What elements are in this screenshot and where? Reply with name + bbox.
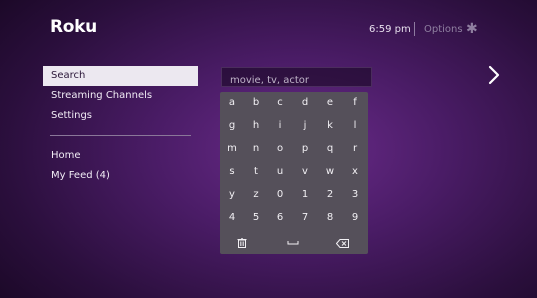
key-a[interactable]: a <box>220 92 244 114</box>
delete-icon[interactable] <box>237 238 247 248</box>
key-4[interactable]: 4 <box>220 207 244 229</box>
key-6[interactable]: 6 <box>268 207 292 229</box>
key-u[interactable]: u <box>268 161 292 183</box>
key-b[interactable]: b <box>244 92 268 114</box>
clock: 6:59 pm <box>369 24 411 35</box>
menu-item-my-feed[interactable]: My Feed (4) <box>43 166 198 186</box>
roku-logo: Roku <box>50 17 97 37</box>
menu-item-streaming-channels[interactable]: Streaming Channels <box>43 86 198 106</box>
space-icon[interactable] <box>287 240 299 246</box>
header-divider <box>414 22 415 36</box>
asterisk-icon[interactable]: ✱ <box>466 21 478 37</box>
menu-item-settings[interactable]: Settings <box>43 106 198 126</box>
key-v[interactable]: v <box>293 161 317 183</box>
search-input[interactable] <box>222 71 371 90</box>
chevron-right-icon[interactable] <box>486 64 502 86</box>
key-2[interactable]: 2 <box>318 184 342 206</box>
key-l[interactable]: l <box>343 115 367 137</box>
key-1[interactable]: 1 <box>293 184 317 206</box>
key-p[interactable]: p <box>293 138 317 160</box>
key-d[interactable]: d <box>293 92 317 114</box>
key-m[interactable]: m <box>220 138 244 160</box>
key-0[interactable]: 0 <box>268 184 292 206</box>
key-i[interactable]: i <box>268 115 292 137</box>
menu-divider <box>50 135 191 136</box>
menu-item-home[interactable]: Home <box>43 146 198 166</box>
key-n[interactable]: n <box>244 138 268 160</box>
key-8[interactable]: 8 <box>318 207 342 229</box>
key-t[interactable]: t <box>244 161 268 183</box>
options-label[interactable]: Options <box>424 24 463 35</box>
menu-item-search[interactable]: Search <box>43 66 198 86</box>
key-c[interactable]: c <box>268 92 292 114</box>
key-q[interactable]: q <box>318 138 342 160</box>
key-z[interactable]: z <box>244 184 268 206</box>
top-bar: Roku 6:59 pm Options ✱ <box>0 0 537 50</box>
key-5[interactable]: 5 <box>244 207 268 229</box>
key-r[interactable]: r <box>343 138 367 160</box>
key-w[interactable]: w <box>318 161 342 183</box>
key-s[interactable]: s <box>220 161 244 183</box>
key-7[interactable]: 7 <box>293 207 317 229</box>
main-menu: Search Streaming Channels Settings <box>43 66 198 126</box>
keyboard-bottom-row <box>220 232 368 254</box>
key-g[interactable]: g <box>220 115 244 137</box>
key-k[interactable]: k <box>318 115 342 137</box>
key-9[interactable]: 9 <box>343 207 367 229</box>
key-o[interactable]: o <box>268 138 292 160</box>
key-f[interactable]: f <box>343 92 367 114</box>
key-3[interactable]: 3 <box>343 184 367 206</box>
search-box[interactable] <box>221 67 372 90</box>
key-h[interactable]: h <box>244 115 268 137</box>
key-y[interactable]: y <box>220 184 244 206</box>
key-x[interactable]: x <box>343 161 367 183</box>
on-screen-keyboard: abcdef ghijkl mnopqr stuvwx yz0123 456789 <box>220 92 368 254</box>
secondary-menu: Home My Feed (4) <box>43 146 198 186</box>
backspace-icon[interactable] <box>336 239 349 248</box>
key-j[interactable]: j <box>293 115 317 137</box>
key-e[interactable]: e <box>318 92 342 114</box>
